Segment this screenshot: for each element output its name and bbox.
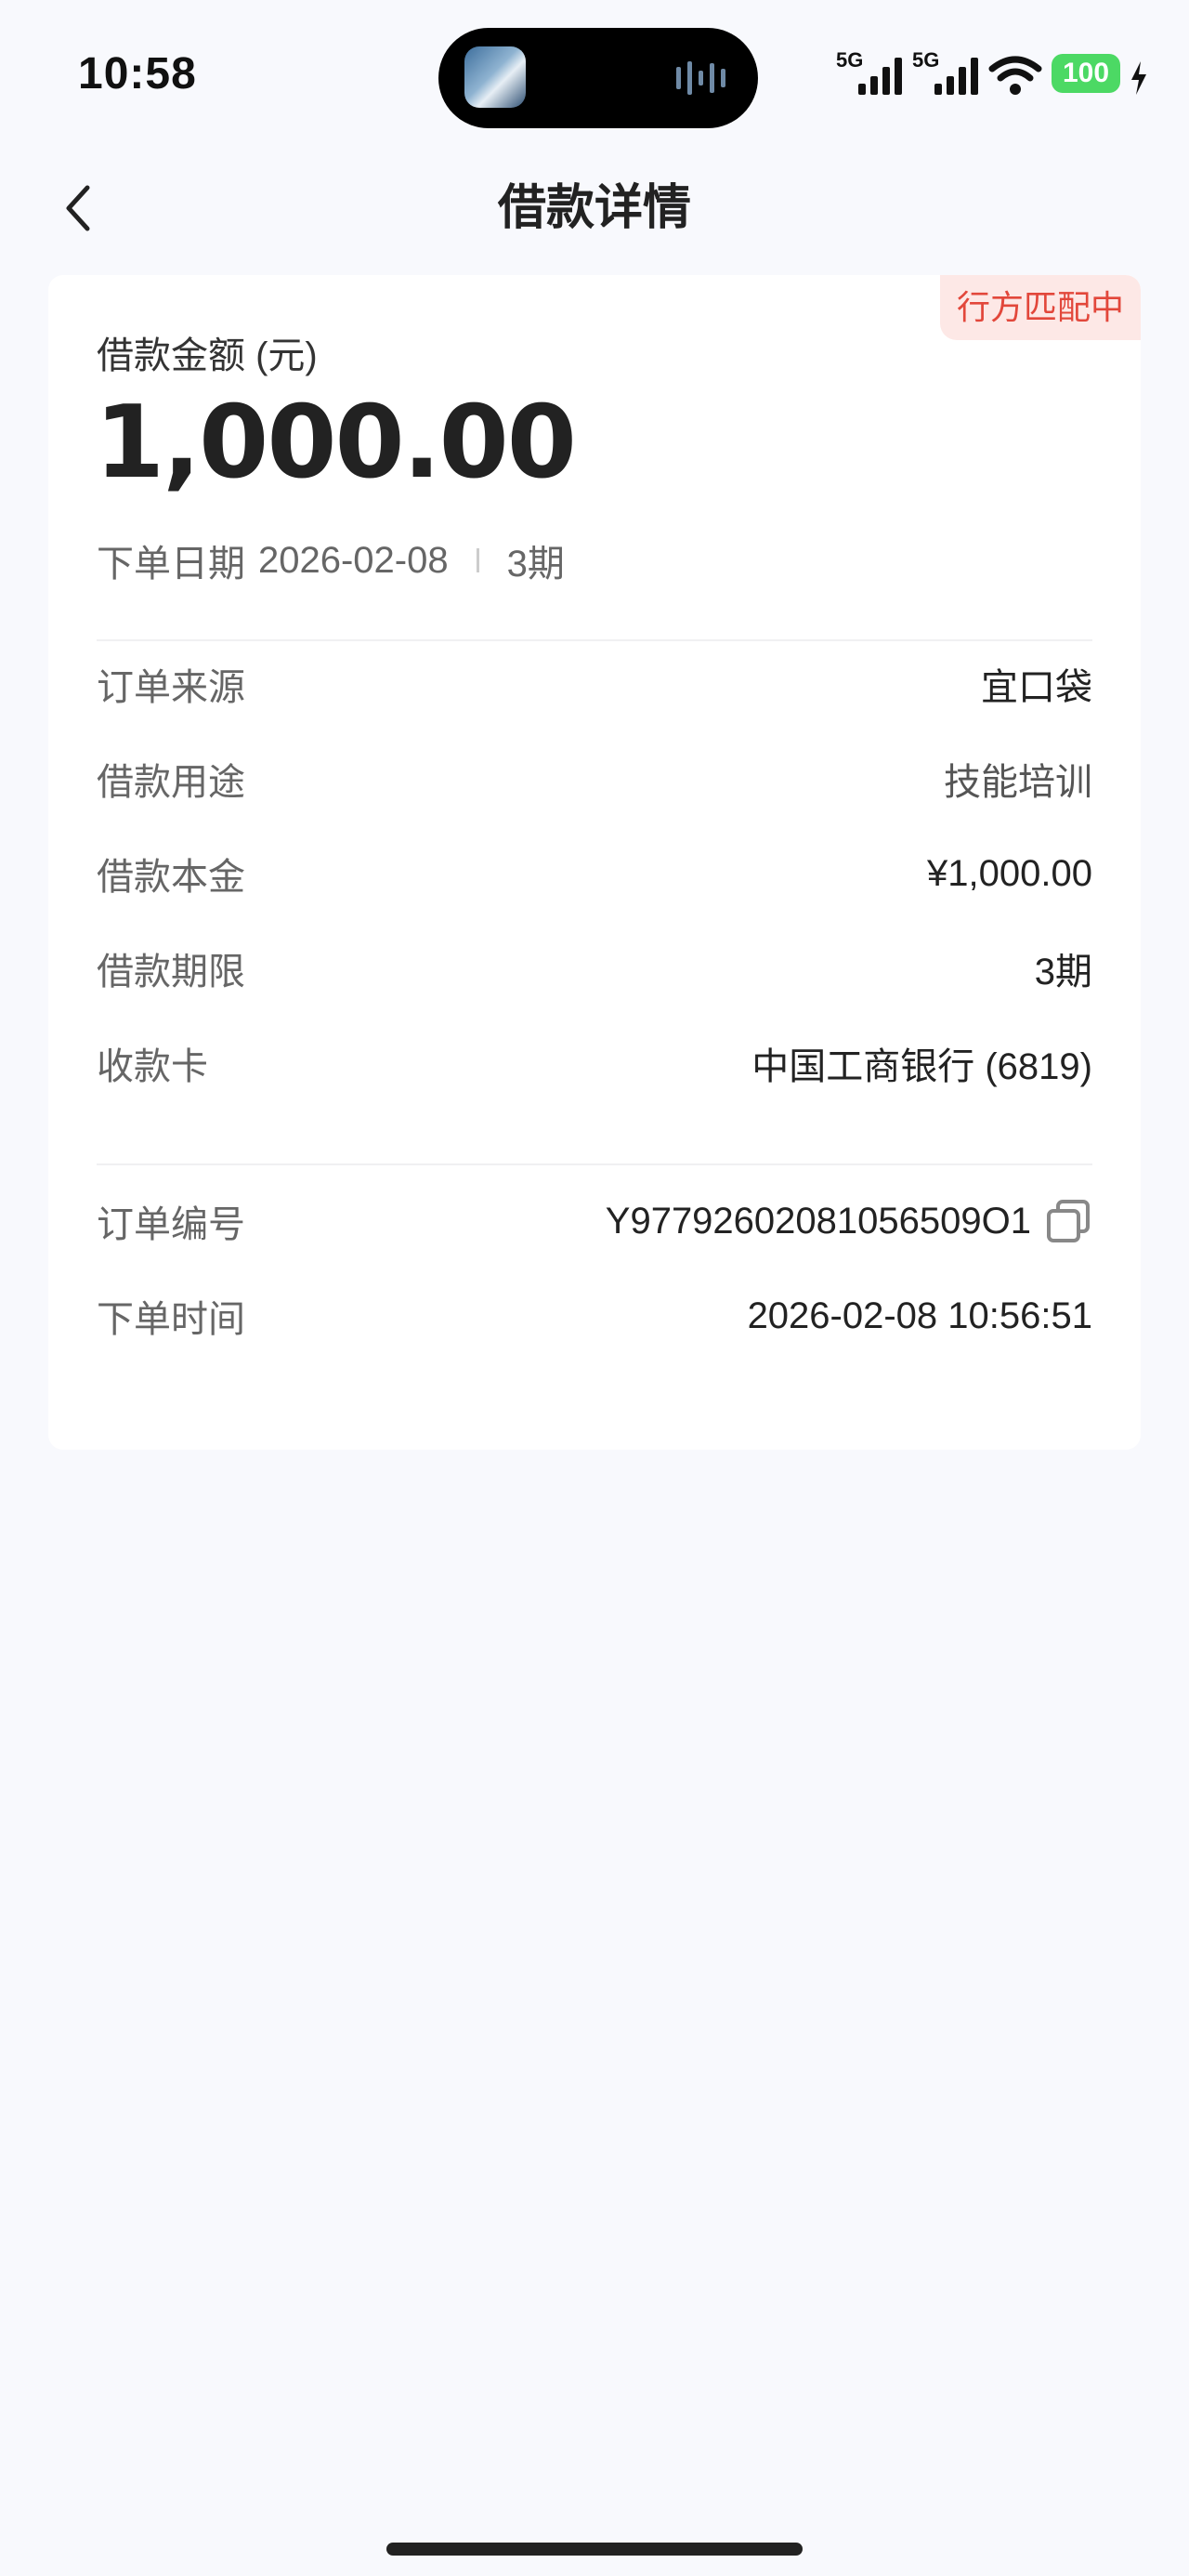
order-date-line: 下单日期 2026-02-08 3期 (97, 533, 565, 587)
audio-wave-icon (676, 61, 725, 95)
status-bar: 10:58 5G 5G 100 (0, 0, 1189, 139)
order-no-value-group: Y97792602081056509O1 (606, 1197, 1092, 1245)
detail-row-order-no: 订单编号 Y97792602081056509O1 (97, 1193, 1092, 1249)
battery-indicator: 100 (1052, 54, 1120, 93)
detail-row-order-time: 下单时间 2026-02-08 10:56:51 (97, 1288, 1092, 1344)
loan-detail-card: 行方匹配中 借款金额 (元) 1,000.00 下单日期 2026-02-08 … (48, 275, 1141, 1450)
divider-dot (476, 548, 479, 572)
detail-label: 订单来源 (97, 667, 245, 708)
home-indicator[interactable] (386, 2543, 803, 2556)
status-badge: 行方匹配中 (939, 275, 1141, 340)
status-icons: 5G 5G 100 (836, 45, 1148, 97)
order-time-value: 2026-02-08 10:56:51 (747, 1295, 1092, 1336)
copy-icon (1047, 1200, 1090, 1242)
divider (97, 639, 1092, 641)
page-title: 借款详情 (497, 181, 691, 235)
detail-label: 借款期限 (97, 952, 245, 992)
detail-row-principal: 借款本金 ¥1,000.00 (97, 846, 1092, 901)
amount-label: 借款金额 (元) (97, 335, 318, 376)
detail-row-loan-purpose: 借款用途 技能培训 (97, 751, 1092, 807)
detail-label: 借款用途 (97, 762, 245, 803)
wifi-icon (988, 56, 1042, 95)
order-time-label: 下单时间 (97, 1299, 245, 1340)
detail-value: 3期 (1034, 952, 1092, 992)
detail-value: 技能培训 (944, 762, 1092, 803)
detail-row-receiving-card: 收款卡 中国工商银行 (6819) (97, 1035, 1092, 1091)
dynamic-island[interactable] (438, 28, 758, 128)
order-no-value: Y97792602081056509O1 (605, 1200, 1031, 1242)
detail-label: 收款卡 (97, 1046, 208, 1087)
copy-button[interactable] (1044, 1197, 1092, 1245)
detail-value: ¥1,000.00 (927, 852, 1092, 894)
term-value: 3期 (506, 544, 565, 585)
back-button[interactable] (52, 178, 104, 238)
signal-icon: 5G (836, 48, 903, 97)
detail-row-term: 借款期限 3期 (97, 940, 1092, 996)
amount-value: 1,000.00 (95, 385, 577, 501)
status-time: 10:58 (78, 49, 197, 99)
detail-value: 宜口袋 (981, 667, 1092, 708)
loan-detail-page: 10:58 5G 5G 100 借款详情 行方匹配中 借款金额 (元) 1,00… (0, 0, 1189, 2576)
order-no-label: 订单编号 (97, 1204, 245, 1245)
order-date-label: 下单日期 (97, 544, 245, 585)
media-thumbnail (464, 46, 526, 108)
detail-row-order-source: 订单来源 宜口袋 (97, 656, 1092, 712)
charging-icon (1131, 61, 1146, 95)
order-date-value: 2026-02-08 (258, 539, 449, 581)
detail-value: 中国工商银行 (6819) (751, 1046, 1092, 1087)
divider (97, 1163, 1092, 1165)
signal-icon: 5G (912, 48, 979, 97)
detail-label: 借款本金 (97, 857, 245, 898)
back-arrow-icon (66, 185, 90, 231)
